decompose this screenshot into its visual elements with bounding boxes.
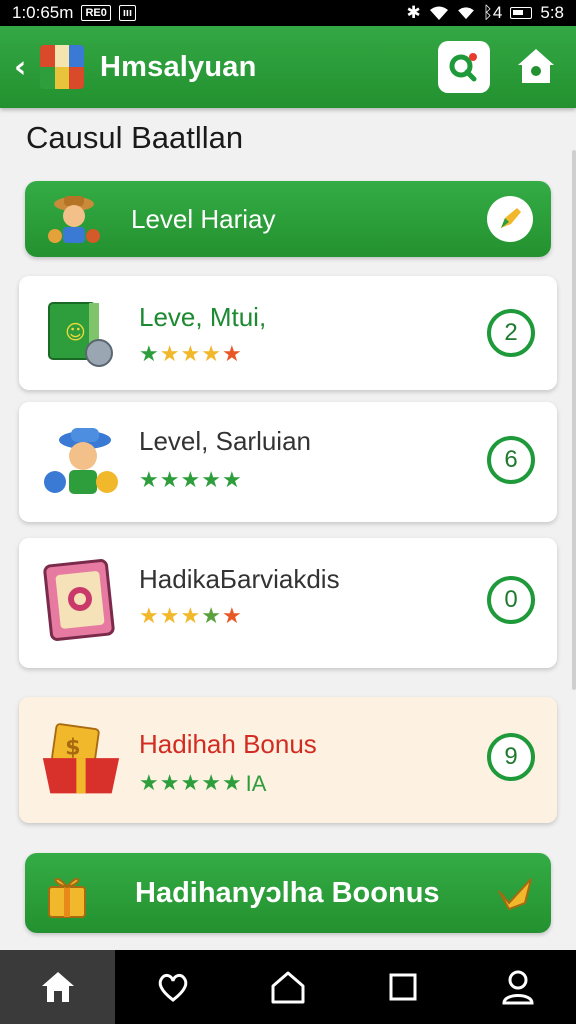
count-badge: 6 (487, 436, 535, 484)
star-icon: ★ (201, 468, 221, 493)
svg-text:$: $ (65, 734, 81, 760)
svg-text:☺: ☺ (65, 320, 86, 344)
bottom-navigation (0, 950, 576, 1024)
gift-basket-icon: $ (41, 719, 121, 799)
star-icon: ★ (139, 604, 159, 629)
check-badge-icon (495, 873, 535, 913)
star-rating: ★ ★ ★ ★ ★ IA (139, 773, 266, 795)
star-icon: ★ (139, 468, 159, 493)
star-icon: ★ (221, 342, 242, 367)
scrollbar[interactable] (572, 150, 576, 690)
star-icon: ★ (180, 771, 201, 796)
star-icon: ★ (139, 771, 159, 796)
gift-box-icon (45, 867, 89, 919)
star-icon: ★ (180, 604, 201, 629)
search-icon (449, 53, 477, 82)
star-icon: ★ (180, 342, 201, 367)
star-rating: ★ ★ ★ ★ ★ (139, 606, 242, 628)
star-rating: ★ ★ ★ ★ ★ (139, 470, 242, 492)
nav-profile[interactable] (461, 950, 576, 1024)
card-title: HadikaБarviakdis (139, 564, 340, 594)
star-icon: ★ (221, 604, 242, 629)
house-outline-icon (271, 971, 305, 1004)
level-card[interactable]: ☺ Leve, Mtui, ★ ★ ★ ★ ★ 2 (19, 276, 557, 390)
star-icon: ★ (201, 604, 221, 629)
square-icon (389, 973, 417, 1001)
wifi-icon (429, 6, 448, 20)
app-title: Hmsalyuan (100, 50, 257, 83)
star-icon: ★ (180, 468, 201, 493)
home-icon (41, 972, 74, 1002)
section-title: Causul Baatllan (26, 120, 244, 155)
star-icon: ★ (221, 771, 242, 796)
star-rating: ★ ★ ★ ★ ★ (139, 344, 242, 366)
bonus-banner-label: Hadihanyɔlha Boonus (135, 876, 440, 909)
farmer-character-icon (41, 420, 121, 500)
profile-icon (502, 970, 534, 1005)
nav-home-outline[interactable] (230, 950, 345, 1024)
star-icon: ★ (139, 342, 159, 367)
level-card[interactable]: Level, Sarluian ★ ★ ★ ★ ★ 6 (19, 402, 557, 522)
level-banner[interactable]: Level Hariay (25, 181, 551, 257)
card-title: Level, Sarluian (139, 426, 311, 456)
green-book-icon: ☺ (41, 293, 121, 373)
star-icon: ★ (159, 468, 180, 493)
rating-extra-text: IA (245, 771, 267, 796)
star-icon: ★ (221, 468, 242, 493)
edit-pill[interactable] (487, 196, 533, 242)
star-icon: ★ (159, 342, 180, 367)
bonus-card[interactable]: $ Hadihah Bonus ★ ★ ★ ★ ★ IA 9 (19, 697, 557, 823)
status-badge-1: RE0 (81, 5, 111, 21)
photo-album-icon (41, 559, 121, 641)
nav-home[interactable] (0, 950, 116, 1024)
signal-text: ᛒ4 (482, 3, 503, 22)
card-title: Hadihah Bonus (139, 729, 317, 759)
card-title: Leve, Mtui, (139, 302, 267, 332)
star-icon: ★ (159, 604, 180, 629)
count-badge: 0 (487, 576, 535, 624)
search-button[interactable] (438, 41, 490, 93)
nav-recents[interactable] (346, 950, 461, 1024)
star-icon: ★ (159, 771, 180, 796)
level-card[interactable]: HadikaБarviakdis ★ ★ ★ ★ ★ 0 (19, 538, 557, 668)
heart-icon (158, 973, 188, 1002)
star-icon: ★ (201, 771, 221, 796)
farmer-icon (45, 190, 103, 248)
bluetooth-icon: ✱ (406, 3, 421, 22)
flag-logo-icon (40, 45, 84, 89)
battery-text: 5:8 (540, 3, 564, 22)
level-banner-label: Level Hariay (131, 203, 276, 234)
count-badge: 2 (487, 309, 535, 357)
home-icon (518, 49, 554, 83)
star-icon: ★ (201, 342, 221, 367)
status-time: 1:0:65m (12, 3, 74, 22)
count-badge: 9 (487, 733, 535, 781)
app-bar: ‹ Hmsalyuan (0, 26, 576, 108)
battery-icon (510, 7, 533, 19)
bonus-banner[interactable]: Hadihanyɔlha Boonus (25, 853, 551, 933)
home-top-button[interactable] (510, 41, 562, 93)
nav-favorites[interactable] (115, 950, 230, 1024)
wifi-secondary-icon (457, 7, 474, 20)
status-bar: 1:0:65m RE0 ııı ✱ ᛒ4 5:8 (0, 0, 576, 26)
pencil-icon (501, 208, 521, 228)
back-arrow-icon[interactable]: ‹ (14, 47, 38, 87)
status-badge-2: ııı (118, 5, 137, 21)
